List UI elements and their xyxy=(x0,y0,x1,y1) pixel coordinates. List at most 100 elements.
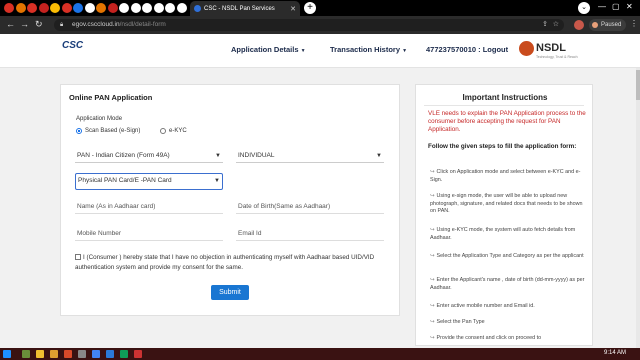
instruction-step: ↪ Using e-KYC mode, the system will auto … xyxy=(430,227,586,242)
instruction-step-text: Enter active mobile number and Email id. xyxy=(436,303,535,309)
forward-icon[interactable]: → xyxy=(20,19,29,29)
pinned-tab-favicon-icon[interactable] xyxy=(119,3,129,13)
mode-ekyc-label: e-KYC xyxy=(169,128,187,134)
chevron-down-icon: ▼ xyxy=(376,153,382,159)
reload-icon[interactable]: ↻ xyxy=(35,19,43,30)
instruction-step-text: Enter the Applicant's name , date of bir… xyxy=(430,277,585,291)
start-icon[interactable] xyxy=(3,350,11,358)
dob-input[interactable]: Date of Birth(Same as Aadhaar) xyxy=(236,200,384,214)
arrow-right-icon: ↪ xyxy=(430,227,435,233)
pinned-tab-favicon-icon[interactable] xyxy=(165,3,175,13)
instruction-step-text: Select the Application Type and Category… xyxy=(436,253,584,259)
consent-checkbox[interactable] xyxy=(75,254,81,260)
instructions-panel: Important Instructions VLE needs to expl… xyxy=(415,84,593,346)
pinned-tab-favicon-icon[interactable] xyxy=(27,3,37,13)
taskbar-app-icon[interactable] xyxy=(134,350,142,358)
sync-paused-badge[interactable]: Paused xyxy=(589,19,627,31)
follow-steps-heading: Follow the given steps to fill the appli… xyxy=(428,143,577,150)
pinned-tab-favicon-icon[interactable] xyxy=(61,3,72,13)
windows-taskbar: 9:14 AM xyxy=(0,348,640,360)
active-tab[interactable]: CSC - NSDL Pan Services ✕ xyxy=(190,1,300,16)
share-icon[interactable]: ⇪ xyxy=(542,19,548,31)
profile-avatar[interactable] xyxy=(574,20,584,30)
file-explorer-icon[interactable] xyxy=(36,350,44,358)
browser-menu-icon[interactable]: ⋮ xyxy=(630,19,638,28)
chevron-down-icon: ▼ xyxy=(402,48,408,54)
divider xyxy=(424,105,584,106)
new-tab-button[interactable]: + xyxy=(304,2,316,14)
arrow-right-icon: ↪ xyxy=(430,253,435,259)
category-select[interactable]: INDIVIDUAL ▼ xyxy=(236,149,384,163)
taskbar-app-icon[interactable] xyxy=(64,350,72,358)
instruction-step-text: Using e-sign mode, the user will be able… xyxy=(430,193,583,214)
taskbar-app-icon[interactable] xyxy=(50,350,58,358)
instruction-step: ↪ Using e-sign mode, the user will be abl… xyxy=(430,193,586,216)
pinned-tab-favicon-icon[interactable] xyxy=(50,3,60,13)
taskbar-clock[interactable]: 9:14 AM xyxy=(604,350,626,356)
tab-title: CSC - NSDL Pan Services xyxy=(204,5,275,12)
instruction-step-text: Click on Application mode and select bet… xyxy=(430,169,581,183)
taskbar-app-icon[interactable] xyxy=(106,350,114,358)
instruction-step: ↪ Select the Pan Type xyxy=(430,319,586,327)
pinned-tab-favicon-icon[interactable] xyxy=(4,3,14,13)
nsdl-tagline: Technology, Trust & Reach xyxy=(536,55,578,59)
tab-search-button[interactable]: ⌄ xyxy=(578,2,590,14)
chevron-down-icon: ▼ xyxy=(215,153,221,159)
nav-transaction-history-label: Transaction History xyxy=(330,45,401,54)
application-mode-label: Application Mode xyxy=(76,116,123,122)
pinned-tab-favicon-icon[interactable] xyxy=(142,3,152,13)
nav-application-details-label: Application Details xyxy=(231,45,299,54)
mobile-input[interactable]: Mobile Number xyxy=(75,227,223,241)
csc-favicon-icon xyxy=(194,5,201,12)
account-logout-link[interactable]: 477237570010 : Logout xyxy=(426,45,508,54)
pinned-tab-favicon-icon[interactable] xyxy=(38,3,49,13)
mode-radio-esign[interactable]: Scan Based (e-Sign) xyxy=(76,128,140,134)
chrome-icon[interactable] xyxy=(92,350,100,358)
taskbar-app-icon[interactable] xyxy=(120,350,128,358)
email-input[interactable]: Email Id xyxy=(236,227,384,241)
instruction-step-text: Select the Pan Type xyxy=(436,319,485,325)
arrow-right-icon: ↪ xyxy=(430,319,435,325)
scrollbar-thumb[interactable] xyxy=(636,70,640,100)
instruction-step: ↪ Select the Application Type and Categor… xyxy=(430,253,586,261)
nav-transaction-history[interactable]: Transaction History ▼ xyxy=(330,45,407,54)
pinned-tab-favicon-icon[interactable] xyxy=(15,3,26,13)
nsdl-logo-text: NSDL xyxy=(536,42,566,54)
pinned-tab-favicon-icon[interactable] xyxy=(130,3,141,13)
arrow-right-icon: ↪ xyxy=(430,193,435,199)
pan-application-form: Online PAN Application Application Mode … xyxy=(60,84,400,316)
back-icon[interactable]: ← xyxy=(6,19,15,29)
mode-radio-ekyc[interactable]: e-KYC xyxy=(160,128,187,134)
pinned-tab-favicon-icon[interactable] xyxy=(84,3,95,13)
taskbar-app-icon[interactable] xyxy=(78,350,86,358)
pinned-tab-favicon-icon[interactable] xyxy=(176,3,187,13)
chevron-down-icon: ▼ xyxy=(214,178,220,184)
browser-toolbar: ← → ↻ 🔒︎ egov.csccloud.in/nsdl/detail-fo… xyxy=(0,16,640,34)
arrow-right-icon: ↪ xyxy=(430,169,435,175)
application-type-value: PAN - Indian Citizen (Form 49A) xyxy=(77,152,170,159)
name-input[interactable]: Name (As in Aadhaar card) xyxy=(75,200,223,214)
csc-logo[interactable]: CSC xyxy=(62,40,102,62)
instruction-step: ↪ Click on Application mode and select be… xyxy=(430,169,586,184)
submit-button[interactable]: Submit xyxy=(211,285,249,300)
maximize-icon[interactable]: ▢ xyxy=(612,2,620,11)
url-host: egov.csccloud.in xyxy=(72,21,120,28)
nsdl-emblem-icon xyxy=(519,41,534,56)
arrow-right-icon: ↪ xyxy=(430,277,435,283)
application-type-select[interactable]: PAN - Indian Citizen (Form 49A) ▼ xyxy=(75,149,223,163)
close-tab-icon[interactable]: ✕ xyxy=(290,5,296,13)
bookmark-star-icon[interactable]: ☆ xyxy=(553,19,559,31)
pinned-tab-favicon-icon[interactable] xyxy=(153,3,164,13)
pinned-tab-favicon-icon[interactable] xyxy=(73,3,83,13)
lock-icon[interactable]: 🔒︎ xyxy=(60,19,63,31)
pinned-tab-favicon-icon[interactable] xyxy=(107,3,118,13)
url-bar[interactable]: 🔒︎ egov.csccloud.in/nsdl/detail-form ⇪ ☆ xyxy=(54,19,564,31)
radio-selected-icon xyxy=(76,128,82,134)
taskbar-app-icon[interactable] xyxy=(22,350,30,358)
page-scrollbar[interactable] xyxy=(636,68,640,348)
pan-type-select[interactable]: Physical PAN Card/E -PAN Card ▼ xyxy=(75,173,223,190)
nav-application-details[interactable]: Application Details ▼ xyxy=(231,45,306,54)
pinned-tab-favicon-icon[interactable] xyxy=(96,3,106,13)
minimize-icon[interactable]: — xyxy=(598,2,606,11)
close-window-icon[interactable]: ✕ xyxy=(626,2,633,11)
